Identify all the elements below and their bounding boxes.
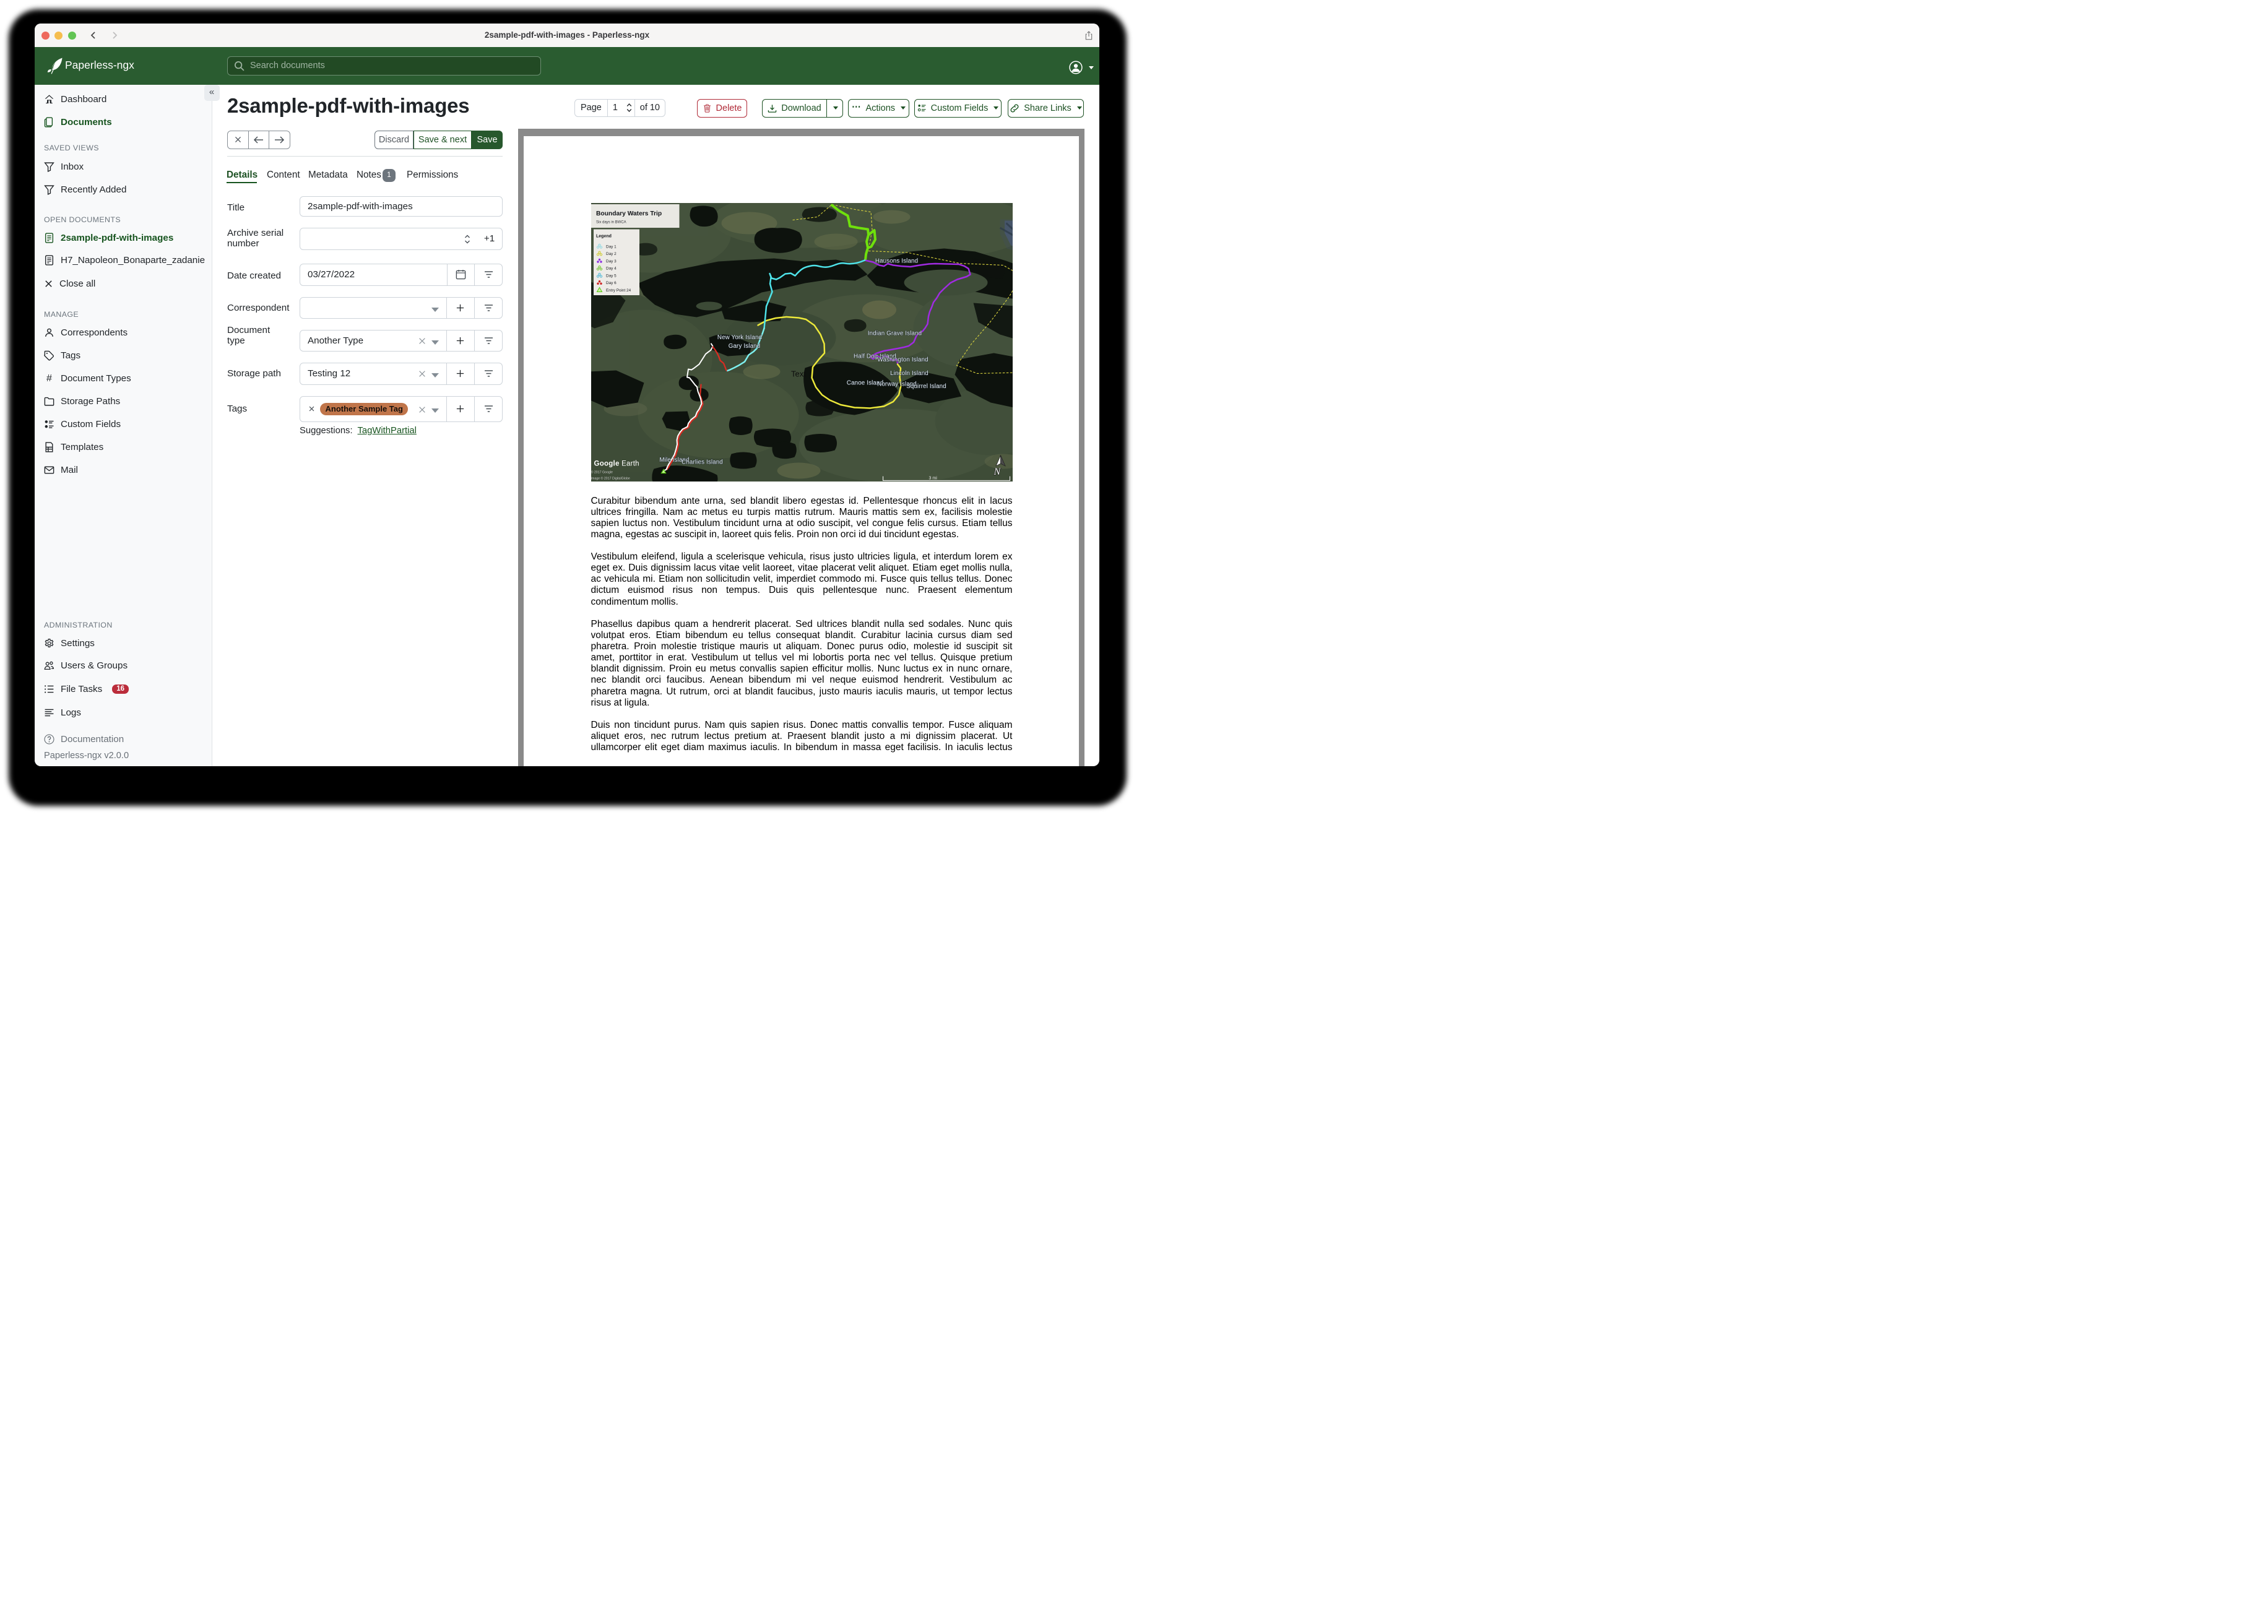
svg-text:New York Island: New York Island [717,334,761,340]
svg-text:Indian Grave Island: Indian Grave Island [867,330,921,337]
svg-text:Washington Island: Washington Island [877,356,928,363]
svg-text:Day 6: Day 6 [606,281,617,285]
svg-text:Entry Point 24: Entry Point 24 [606,288,631,292]
svg-text:Image © 2017 DigitalGlobe: Image © 2017 DigitalGlobe [591,476,630,480]
svg-text:Six days in BWCA: Six days in BWCA [596,220,626,224]
svg-text:Gary Island: Gary Island [728,342,760,349]
svg-text:Day 5: Day 5 [606,274,617,278]
svg-text:Text: Text [791,369,806,378]
svg-text:Charlies Island: Charlies Island [682,459,723,465]
svg-text:Google Earth: Google Earth [594,460,639,467]
svg-text:Boundary Waters Trip: Boundary Waters Trip [596,210,662,217]
svg-text:Day 1: Day 1 [606,244,617,249]
svg-text:Legend: Legend [596,234,612,238]
svg-text:N: N [993,466,1001,477]
svg-text:Hausons Island: Hausons Island [875,257,917,264]
svg-text:© 2017 Google: © 2017 Google [591,470,613,474]
svg-text:Day 4: Day 4 [606,266,617,270]
svg-text:Day 2: Day 2 [606,252,617,256]
svg-text:3 mi: 3 mi [928,476,937,480]
svg-text:Squirrel Island: Squirrel Island [906,382,946,389]
svg-text:Lincoln Island: Lincoln Island [890,369,928,376]
svg-text:Day 3: Day 3 [606,259,617,263]
